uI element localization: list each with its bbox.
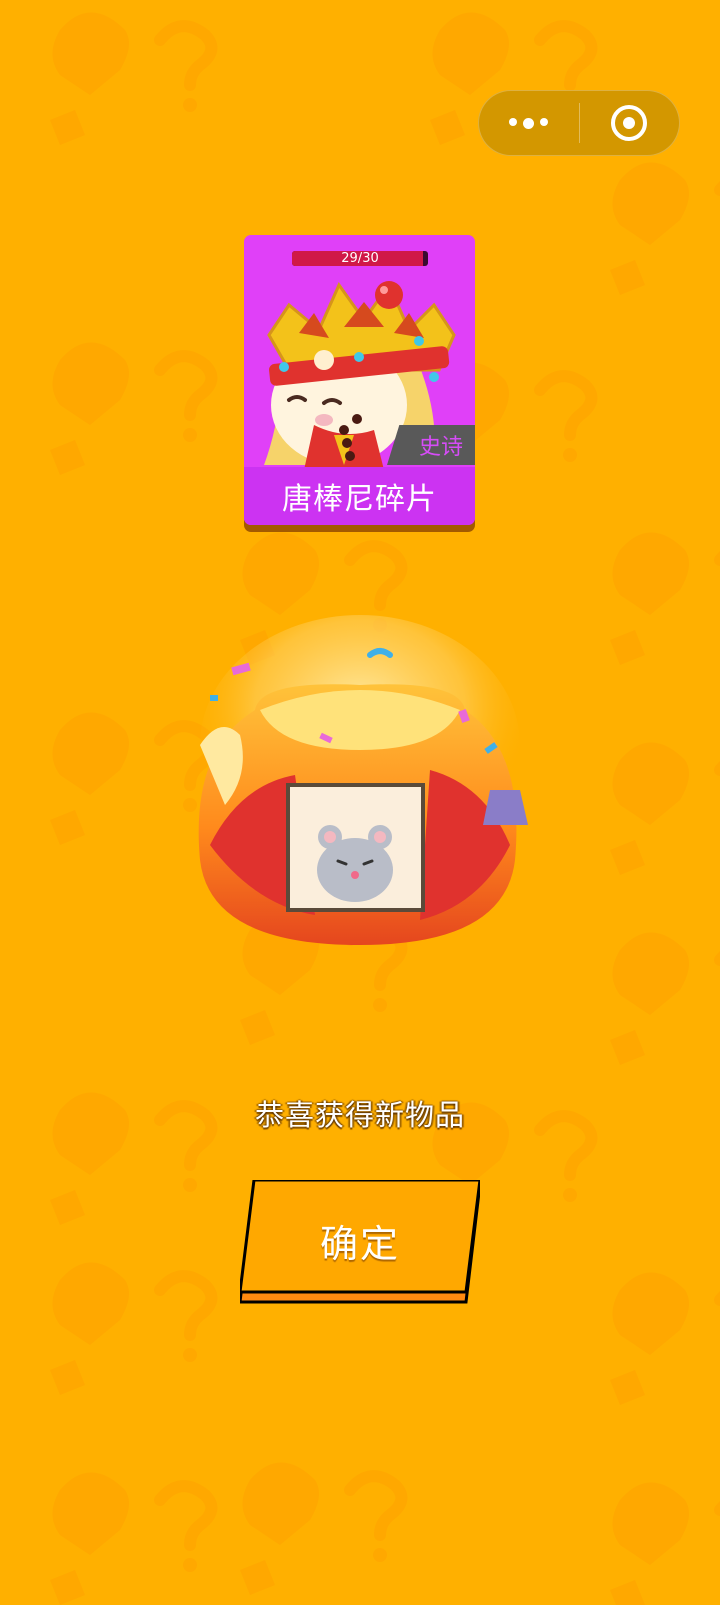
progress-text: 29/30	[341, 251, 379, 266]
reward-message: 恭喜获得新物品	[254, 1098, 465, 1132]
reward-card: 29/30 史诗 唐棒尼碎片	[244, 235, 475, 525]
mini-program-capsule	[478, 90, 680, 156]
confirm-button-label: 确定	[319, 1223, 400, 1266]
item-name: 唐棒尼碎片	[244, 467, 475, 525]
confirm-button[interactable]: 确定	[240, 1180, 480, 1306]
fragment-progress-bar: 29/30	[292, 251, 428, 266]
rarity-badge: 史诗	[387, 425, 475, 465]
more-button[interactable]	[479, 91, 579, 155]
confirm-button-wrapper: 确定	[240, 1180, 480, 1306]
more-dots-icon	[509, 117, 549, 129]
target-close-icon	[611, 105, 648, 141]
lucky-bag-illustration	[170, 615, 550, 995]
close-button[interactable]	[580, 91, 680, 155]
